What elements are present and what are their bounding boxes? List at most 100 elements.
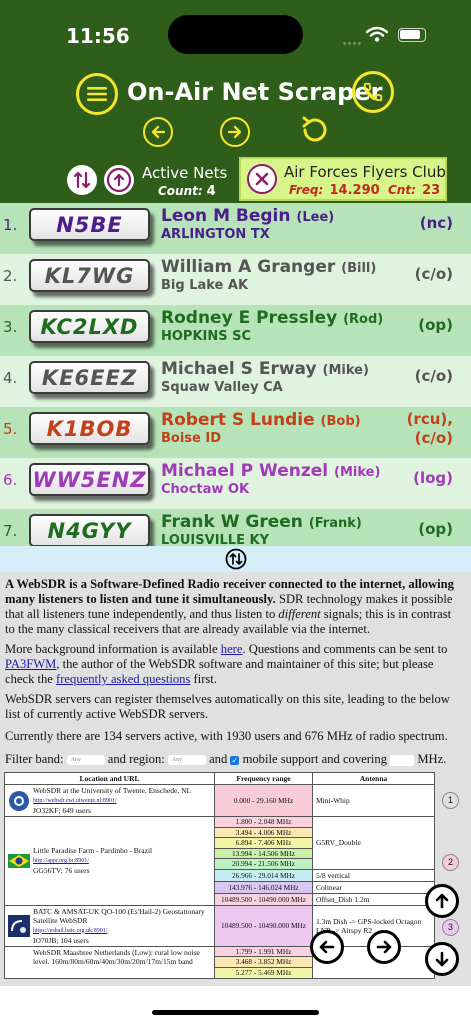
full-name: Robert S Lundie [161,410,315,430]
server-location: WebSDR at the University of Twente, Ensc… [4,784,215,817]
station-row[interactable]: 5. K1BOB Robert S Lundie (Bob) Boise ID (rcu… [0,407,471,458]
menu-button[interactable] [76,73,118,115]
here-link[interactable]: here [221,642,243,656]
station-row[interactable]: 3. KC2LXD Rodney E Pressley (Rod) HOPKINS S… [0,305,471,356]
app-header: 11:56 On-Air Net Scraper Active Nets Cou… [0,0,471,203]
server-location: BATC & AMSAT-UK QO-100 (Es'Hail-2) Geost… [4,904,215,947]
callsign: N5BE [56,212,123,237]
role-badge: (op) [418,316,453,335]
server-location: Little Paradise Farm - Pardinho - Brazil… [4,816,215,906]
marker-2: 2 [442,854,459,871]
pa3fwm-link[interactable]: PA3FWM [5,657,56,671]
operator-name: William A Granger (Bill) [161,257,376,277]
operator-name: Frank W Green (Frank) [161,512,362,532]
row-number: 5. [3,420,18,438]
net-name: Air Forces Flyers Club [284,163,446,181]
role-badge: (nc) [420,214,453,233]
location: Big Lake AK [161,278,249,293]
callsign-button[interactable]: KC2LXD [29,310,150,343]
filter-row: Filter band: Any and region: Any and ✓ m… [5,752,463,767]
count-label: Count: [158,184,203,198]
band-select[interactable]: Any [66,755,105,766]
scroll-top-button[interactable] [104,165,134,195]
frequency-range: 6.894 - 7.406 MHz [214,837,313,849]
callsign-button[interactable]: N4GYY [29,514,150,546]
location: Squaw Valley CA [161,380,283,395]
faq-link[interactable]: frequently asked questions [56,672,190,686]
active-nets-label: Active Nets [142,164,228,182]
row-number: 7. [3,522,18,540]
mhz-input[interactable] [390,754,415,766]
role: (c/o) [414,367,453,385]
server-url-link[interactable]: https://eshail.batc.org.uk:8901/ [33,928,107,934]
page-up-button[interactable] [425,884,459,918]
selected-net-card[interactable]: Air Forces Flyers Club Freq: 14.290 Cnt:… [239,157,447,201]
satellite-dish-icon [8,914,30,937]
refresh-button[interactable] [300,115,328,150]
server-url-link[interactable]: http://appr.org.br:8901/ [33,858,89,864]
page-down-button[interactable] [425,942,459,976]
callsign-button[interactable]: K1BOB [29,412,150,445]
signal-icon [343,32,363,50]
callsign-button[interactable]: KE6EEZ [29,361,150,394]
phone-button[interactable] [352,71,394,113]
server-url-link[interactable]: http://websdr.ewi.utwente.nl:8901/ [33,798,117,804]
next-button[interactable] [220,117,250,147]
server-row: WebSDR at the University of Twente, Ensc… [4,784,435,817]
callsign-button[interactable]: N5BE [29,208,150,241]
callsign: K1BOB [46,416,133,441]
station-logo-icon [8,951,30,973]
location: Boise ID [161,431,222,446]
antenna: 5/8 vertical [312,868,435,882]
row-number: 6. [3,471,18,489]
menu-icon [87,87,107,101]
antenna: Colinear [312,880,435,894]
pane-splitter[interactable] [0,546,471,572]
page-forward-button[interactable] [367,930,401,964]
region-select[interactable]: Any [167,755,206,766]
row-number: 4. [3,369,18,387]
more-text-2: . Questions and comments can be sent to [242,642,448,656]
col-header-frequency: Frequency range [214,772,313,785]
frequency-range: 143.976 - 146.024 MHz [214,880,313,894]
col-header-location: Location and URL [4,772,215,785]
nickname: (Frank) [308,516,362,531]
circle-arrow-up-icon [106,167,132,193]
station-row[interactable]: 2. KL7WG William A Granger (Bill) Big Lake … [0,254,471,305]
server-name: Little Paradise Farm - Pardinho - Brazil [33,846,153,856]
arrow-right-icon [376,940,392,954]
callsign: WW5ENZ [32,467,147,492]
frequency-range: 10489.500 - 10490.000 MHz [214,892,313,906]
more-text-4: first. [190,672,217,686]
sort-button[interactable] [67,165,97,195]
callsign-button[interactable]: WW5ENZ [29,463,150,496]
frequency-range: 3.468 - 3.852 MHz [214,956,313,968]
station-row[interactable]: 4. KE6EEZ Michael S Erway (Mike) Squaw Vall… [0,356,471,407]
role-badge: (op) [418,520,453,539]
antenna: Offset_Dish 1.2m [312,892,435,906]
server-name: BATC & AMSAT-UK QO-100 (Es'Hail-2) Geost… [33,906,205,925]
server-meta: GG56TV; 76 users [33,866,90,876]
page-back-button[interactable] [310,930,344,964]
station-list: 1. N5BE Leon M Begin (Lee) ARLINGTON TX (nc)… [0,203,471,546]
intro-paragraph: A WebSDR is a Software-Defined Radio rec… [5,577,463,637]
role: (rcu), [406,410,453,428]
operator-name: Michael S Erway (Mike) [161,359,369,379]
freq-value: 14.290 [329,183,380,198]
previous-button[interactable] [143,117,173,147]
freq-label: Freq: [289,183,324,197]
callsign-button[interactable]: KL7WG [29,259,150,292]
close-net-button[interactable] [247,164,277,194]
antenna: G5RV_Double [312,816,435,870]
marker-1: 1 [442,792,459,809]
station-row[interactable]: 1. N5BE Leon M Begin (Lee) ARLINGTON TX (nc) [0,203,471,254]
mobile-checkbox[interactable]: ✓ [230,755,240,765]
row-number: 2. [3,267,18,285]
operator-name: Rodney E Pressley (Rod) [161,308,383,328]
background-paragraph: More background information is available… [5,642,463,687]
arrow-left-icon [151,125,165,139]
filter-region-label: and region: [107,752,165,766]
frequency-range: 13.994 - 14.506 MHz [214,847,313,859]
station-row[interactable]: 7. N4GYY Frank W Green (Frank) LOUISVILLE K… [0,509,471,546]
station-row[interactable]: 6. WW5ENZ Michael P Wenzel (Mike) Choctaw O… [0,458,471,509]
